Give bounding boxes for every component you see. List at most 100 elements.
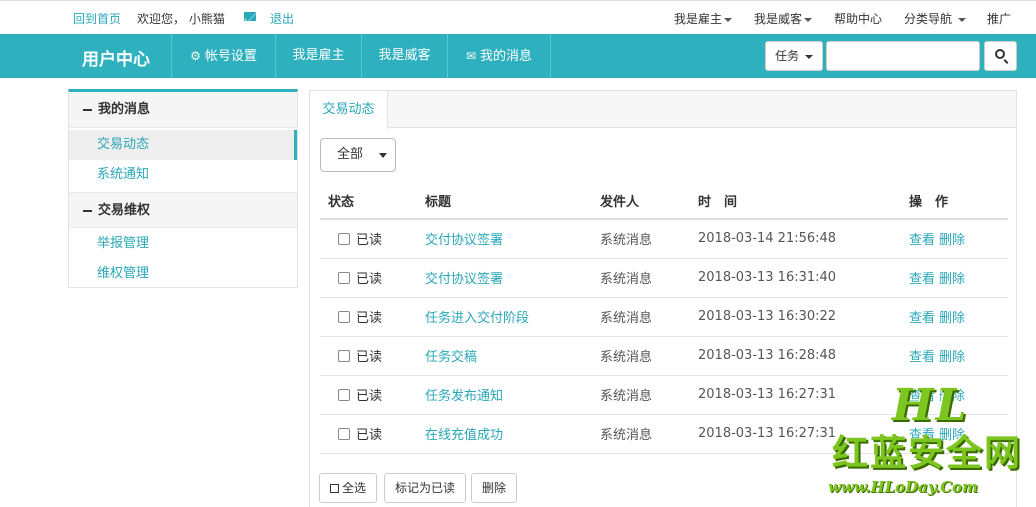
delete-link[interactable]: 删除 xyxy=(939,233,965,248)
sidebar-item-system-notice[interactable]: 系统通知 xyxy=(69,160,297,190)
tab-trade-activity[interactable]: 交易动态 xyxy=(310,91,388,129)
title-cell: 交付协议签署 xyxy=(417,258,592,298)
main-nav: 用户中心 ⚙ 帐号设置 我是雇主 我是威客 ✉ 我的消息 任务 xyxy=(0,34,1036,78)
title-cell: 任务发布通知 xyxy=(417,375,592,415)
search-type-dropdown[interactable]: 任务 xyxy=(765,41,823,71)
read-status: 已读 xyxy=(356,272,383,287)
table-row: 已读 交付协议签署 系统消息 2018-03-14 21:56:48 查看 删除 xyxy=(320,219,1008,259)
envelope-icon: ✉ xyxy=(465,49,477,63)
select-all-button[interactable]: 全选 xyxy=(319,473,377,503)
table-header-row: 状态 标题 发件人 时 间 操 作 xyxy=(320,183,1008,220)
message-title-link[interactable]: 在线充值成功 xyxy=(425,428,503,443)
row-checkbox[interactable] xyxy=(338,310,350,323)
time-cell: 2018-03-13 16:30:22 xyxy=(690,297,901,337)
delete-link[interactable]: 删除 xyxy=(939,350,965,365)
category-nav-label: 分类导航 xyxy=(904,12,953,26)
sidebar-section-title: 我的消息 xyxy=(98,102,151,117)
sender-cell: 系统消息 xyxy=(592,219,690,259)
envelope-icon xyxy=(244,12,256,21)
actions-cell: 查看 删除 xyxy=(901,336,1008,376)
nav-my-messages-label: 我的消息 xyxy=(480,49,533,64)
time-cell: 2018-03-13 16:31:40 xyxy=(690,258,901,298)
view-link[interactable]: 查看 xyxy=(909,311,935,326)
status-cell: 已读 xyxy=(320,297,417,337)
row-checkbox[interactable] xyxy=(338,349,350,362)
checkbox-icon xyxy=(329,484,339,493)
table-row: 已读 交付协议签署 系统消息 2018-03-13 16:31:40 查看 删除 xyxy=(320,258,1008,298)
help-center-link[interactable]: 帮助中心 xyxy=(834,10,882,27)
delete-link[interactable]: 删除 xyxy=(939,272,965,287)
nav-witkey[interactable]: 我是威客 xyxy=(361,34,447,78)
welcome-text: 欢迎您， 小熊猫 xyxy=(137,12,225,26)
employer-menu[interactable]: 我是雇主 xyxy=(674,10,733,27)
sidebar-item-report-management[interactable]: 举报管理 xyxy=(69,229,297,259)
category-nav-menu[interactable]: 分类导航 xyxy=(904,10,966,27)
nav-employer[interactable]: 我是雇主 xyxy=(275,34,361,78)
read-status: 已读 xyxy=(356,428,383,443)
sidebar-section-trade-rights[interactable]: 交易维权 xyxy=(69,192,297,228)
column-status: 状态 xyxy=(320,183,417,220)
message-title-link[interactable]: 交付协议签署 xyxy=(425,272,503,287)
sender-cell: 系统消息 xyxy=(592,336,690,376)
minus-icon xyxy=(83,108,92,111)
row-checkbox[interactable] xyxy=(338,388,350,401)
sidebar-section-my-messages[interactable]: 我的消息 xyxy=(69,92,297,128)
sender-cell: 系统消息 xyxy=(592,375,690,415)
view-link[interactable]: 查看 xyxy=(909,233,935,248)
sender-cell: 系统消息 xyxy=(592,414,690,454)
actions-cell: 查看 删除 xyxy=(901,297,1008,337)
actions-cell: 查看 删除 xyxy=(901,219,1008,259)
table-row: 已读 任务交稿 系统消息 2018-03-13 16:28:48 查看 删除 xyxy=(320,336,1008,376)
table-row: 已读 任务进入交付阶段 系统消息 2018-03-13 16:30:22 查看 删除 xyxy=(320,297,1008,337)
title-cell: 任务进入交付阶段 xyxy=(417,297,592,337)
home-link[interactable]: 回到首页 xyxy=(73,10,121,27)
gears-icon: ⚙ xyxy=(190,49,201,63)
search-button[interactable] xyxy=(984,41,1017,71)
delete-selected-button[interactable]: 删除 xyxy=(471,473,517,503)
filter-select[interactable]: 全部 xyxy=(320,138,396,172)
message-title-link[interactable]: 交付协议签署 xyxy=(425,233,503,248)
status-cell: 已读 xyxy=(320,336,417,376)
search-input[interactable] xyxy=(826,41,980,71)
logout-link[interactable]: 退出 xyxy=(270,10,294,27)
view-link[interactable]: 查看 xyxy=(909,272,935,287)
time-cell: 2018-03-14 21:56:48 xyxy=(690,219,901,259)
view-link[interactable]: 查看 xyxy=(909,350,935,365)
message-title-link[interactable]: 任务交稿 xyxy=(425,350,477,365)
nav-my-messages[interactable]: ✉ 我的消息 xyxy=(447,34,551,78)
row-checkbox[interactable] xyxy=(338,427,350,440)
title-cell: 交付协议签署 xyxy=(417,219,592,259)
row-checkbox[interactable] xyxy=(338,271,350,284)
user-center-title[interactable]: 用户中心 xyxy=(82,45,150,70)
delete-link[interactable]: 删除 xyxy=(939,311,965,326)
message-title-link[interactable]: 任务进入交付阶段 xyxy=(425,311,529,326)
status-cell: 已读 xyxy=(320,414,417,454)
search-icon xyxy=(995,49,1005,59)
title-cell: 在线充值成功 xyxy=(417,414,592,454)
sidebar-item-rights-management[interactable]: 维权管理 xyxy=(69,259,297,289)
caret-down-icon xyxy=(804,54,813,59)
caret-down-icon xyxy=(724,17,733,22)
sidebar-section-title: 交易维权 xyxy=(98,203,151,218)
nav-account-settings[interactable]: ⚙ 帐号设置 xyxy=(171,34,275,78)
witkey-menu-label: 我是威客 xyxy=(754,12,803,26)
read-status: 已读 xyxy=(356,350,383,365)
read-status: 已读 xyxy=(356,389,383,404)
actions-cell: 查看 删除 xyxy=(901,258,1008,298)
promote-link[interactable]: 推广 xyxy=(987,10,1011,27)
message-title-link[interactable]: 任务发布通知 xyxy=(425,389,503,404)
mark-read-button[interactable]: 标记为已读 xyxy=(384,473,466,503)
caret-down-icon xyxy=(957,17,966,22)
search-type-label: 任务 xyxy=(775,49,800,63)
status-cell: 已读 xyxy=(320,219,417,259)
watermark-url: www.HLoDay.Com xyxy=(828,478,978,496)
select-all-label: 全选 xyxy=(341,481,366,495)
sidebar-item-trade-activity[interactable]: 交易动态 xyxy=(69,130,297,160)
time-cell: 2018-03-13 16:28:48 xyxy=(690,336,901,376)
watermark-site-name: 红蓝安全网 xyxy=(832,433,1023,474)
minus-icon xyxy=(83,209,92,212)
column-time: 时 间 xyxy=(690,183,901,220)
column-title: 标题 xyxy=(417,183,592,220)
row-checkbox[interactable] xyxy=(338,232,350,245)
witkey-menu[interactable]: 我是威客 xyxy=(754,10,813,27)
